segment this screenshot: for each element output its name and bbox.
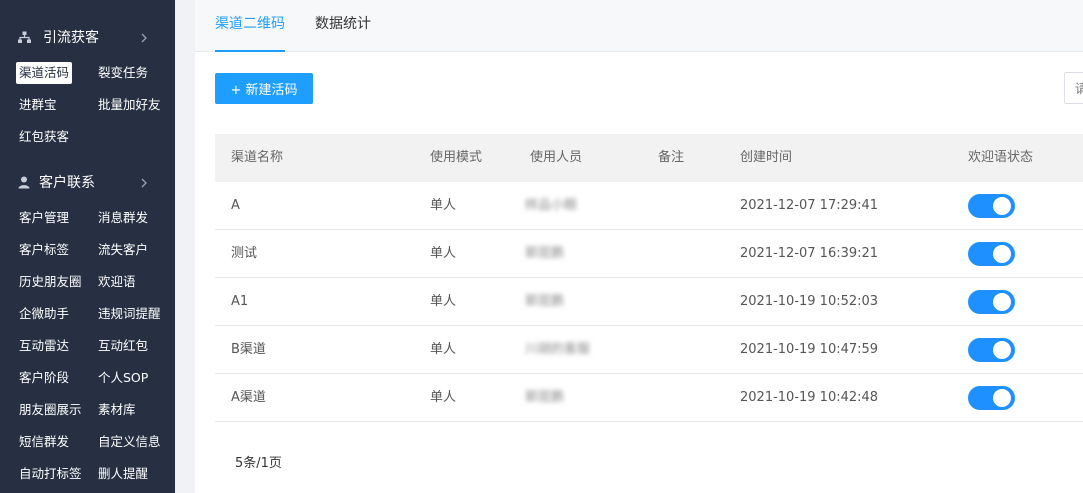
cell-created-time: 2021-10-19 10:42:48 bbox=[740, 390, 879, 405]
main-content: 渠道二维码 数据统计 + 新建活码 渠道名称 使用模式 使用人员 备注 创建时间… bbox=[195, 0, 1083, 493]
cell-channel-name: A渠道 bbox=[231, 390, 266, 405]
sidebar-item-moments-display[interactable]: 朋友圈展示 bbox=[19, 399, 82, 421]
cell-staff: 郭昆鹏 bbox=[525, 390, 565, 405]
cell-mode: 单人 bbox=[430, 342, 457, 357]
sidebar-item-custom-info[interactable]: 自定义信息 bbox=[98, 431, 161, 453]
cell-created-time: 2021-10-19 10:52:03 bbox=[740, 294, 879, 309]
welcome-status-toggle[interactable] bbox=[968, 242, 1015, 266]
search-input[interactable] bbox=[1064, 72, 1083, 104]
section-title: 引流获客 bbox=[43, 30, 99, 46]
welcome-status-toggle[interactable] bbox=[968, 338, 1015, 362]
cell-staff: 郭昆鹏 bbox=[525, 294, 565, 309]
sidebar-item-lost-customers[interactable]: 流失客户 bbox=[98, 239, 148, 261]
section-title: 客户联系 bbox=[39, 175, 95, 191]
welcome-status-toggle[interactable] bbox=[968, 194, 1015, 218]
toggle-knob bbox=[993, 341, 1011, 359]
active-tab-indicator bbox=[215, 50, 285, 52]
cell-channel-name: B渠道 bbox=[231, 342, 266, 357]
cell-channel-name: A1 bbox=[231, 294, 249, 309]
sidebar-item-interaction-radar[interactable]: 互动雷达 bbox=[19, 335, 69, 357]
column-header-created-time: 创建时间 bbox=[740, 150, 793, 165]
table-row[interactable]: A1 单人 郭昆鹏 2021-10-19 10:52:03 bbox=[215, 278, 1083, 326]
chevron-right-icon bbox=[139, 177, 149, 188]
sidebar-item-channel-qrcode[interactable]: 渠道活码 bbox=[16, 62, 73, 84]
cell-staff: 川胡的客服 bbox=[525, 342, 591, 357]
column-header-channel-name: 渠道名称 bbox=[231, 150, 284, 165]
sidebar-item-batch-add-friends[interactable]: 批量加好友 bbox=[98, 94, 161, 116]
section-header-acquisition[interactable]: 引流获客 bbox=[0, 17, 175, 57]
sidebar-item-sms-broadcast[interactable]: 短信群发 bbox=[19, 431, 69, 453]
welcome-status-toggle[interactable] bbox=[968, 386, 1015, 410]
tab-data-statistics[interactable]: 数据统计 bbox=[315, 0, 371, 52]
sidebar-item-fission-task[interactable]: 裂变任务 bbox=[98, 62, 148, 84]
section-header-customer-contact[interactable]: 客户联系 bbox=[0, 162, 175, 202]
sidebar-item-group-entry[interactable]: 进群宝 bbox=[19, 94, 57, 116]
sidebar-item-moments-history[interactable]: 历史朋友圈 bbox=[19, 271, 82, 293]
sidebar-item-customer-tags[interactable]: 客户标签 bbox=[19, 239, 69, 261]
tab-bar: 渠道二维码 数据统计 bbox=[195, 0, 1083, 52]
table-row[interactable]: 测试 单人 郭昆鹏 2021-12-07 16:39:21 bbox=[215, 230, 1083, 278]
table-row[interactable]: A 单人 样品小眼 2021-12-07 17:29:41 bbox=[215, 182, 1083, 230]
sidebar-item-violation-alert[interactable]: 违规词提醒 bbox=[98, 303, 161, 325]
toggle-knob bbox=[993, 389, 1011, 407]
sidebar-item-customer-stage[interactable]: 客户阶段 bbox=[19, 367, 69, 389]
cell-created-time: 2021-10-19 10:47:59 bbox=[740, 342, 879, 357]
sidebar: 引流获客 渠道活码 裂变任务 进群宝 批量加好友 红包获客 客户联系 客户管理 … bbox=[0, 0, 175, 493]
content-gutter bbox=[175, 0, 195, 493]
sidebar-item-customer-management[interactable]: 客户管理 bbox=[19, 207, 69, 229]
cell-created-time: 2021-12-07 16:39:21 bbox=[740, 246, 879, 261]
new-qrcode-button[interactable]: + 新建活码 bbox=[215, 73, 313, 104]
toggle-knob bbox=[993, 245, 1011, 263]
cell-staff: 郭昆鹏 bbox=[525, 246, 565, 261]
chevron-right-icon bbox=[139, 32, 149, 43]
sidebar-item-red-packet[interactable]: 红包获客 bbox=[19, 126, 69, 148]
column-header-staff: 使用人员 bbox=[530, 150, 583, 165]
tab-channel-qrcode[interactable]: 渠道二维码 bbox=[215, 0, 285, 52]
cell-mode: 单人 bbox=[430, 246, 457, 261]
cell-mode: 单人 bbox=[430, 390, 457, 405]
sidebar-item-mass-message[interactable]: 消息群发 bbox=[98, 207, 148, 229]
pagination-summary: 5条/1页 bbox=[235, 456, 282, 471]
toggle-knob bbox=[993, 293, 1011, 311]
table-row[interactable]: B渠道 单人 川胡的客服 2021-10-19 10:47:59 bbox=[215, 326, 1083, 374]
user-icon bbox=[17, 175, 31, 189]
sidebar-item-material-library[interactable]: 素材库 bbox=[98, 399, 136, 421]
sidebar-item-deletion-alert[interactable]: 删人提醒 bbox=[98, 463, 148, 485]
cell-mode: 单人 bbox=[430, 198, 457, 213]
column-header-welcome-status: 欢迎语状态 bbox=[968, 150, 1034, 165]
column-header-note: 备注 bbox=[658, 150, 685, 165]
cell-mode: 单人 bbox=[430, 294, 457, 309]
cell-channel-name: A bbox=[231, 198, 240, 213]
toggle-knob bbox=[993, 197, 1011, 215]
cell-channel-name: 测试 bbox=[231, 246, 258, 261]
cell-created-time: 2021-12-07 17:29:41 bbox=[740, 198, 879, 213]
sidebar-item-auto-tagging[interactable]: 自动打标签 bbox=[19, 463, 82, 485]
column-header-mode: 使用模式 bbox=[430, 150, 483, 165]
cell-staff: 样品小眼 bbox=[525, 198, 578, 213]
sidebar-item-wecom-assistant[interactable]: 企微助手 bbox=[19, 303, 69, 325]
table-header: 渠道名称 使用模式 使用人员 备注 创建时间 欢迎语状态 bbox=[215, 134, 1083, 182]
sidebar-item-welcome-message[interactable]: 欢迎语 bbox=[98, 271, 136, 293]
welcome-status-toggle[interactable] bbox=[968, 290, 1015, 314]
sitemap-icon bbox=[17, 30, 31, 44]
sidebar-item-personal-sop[interactable]: 个人SOP bbox=[98, 367, 148, 389]
sidebar-item-interaction-red-packet[interactable]: 互动红包 bbox=[98, 335, 148, 357]
table-row[interactable]: A渠道 单人 郭昆鹏 2021-10-19 10:42:48 bbox=[215, 374, 1083, 422]
